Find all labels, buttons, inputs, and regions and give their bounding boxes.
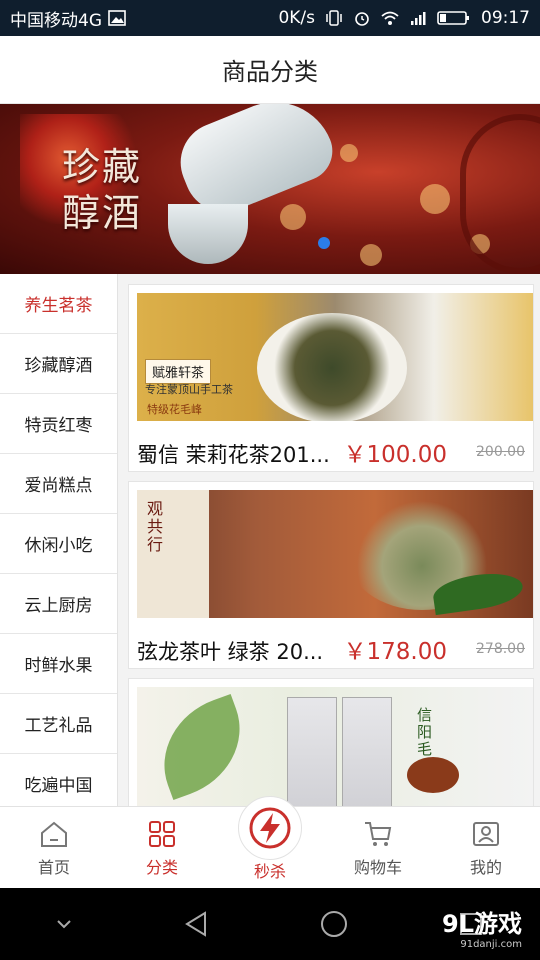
nav-category[interactable]: 分类 bbox=[108, 807, 216, 888]
bokeh-light bbox=[420, 184, 450, 214]
sidebar-item-label: 时鲜水果 bbox=[24, 656, 93, 676]
bokeh-light bbox=[360, 244, 382, 266]
vibrate-icon bbox=[326, 10, 342, 26]
nav-home-label: 首页 bbox=[37, 857, 70, 877]
flash-icon bbox=[249, 807, 291, 849]
home-button-icon[interactable] bbox=[317, 907, 351, 941]
cart-icon bbox=[365, 821, 392, 846]
sidebar-item-kitchen[interactable]: 云上厨房 bbox=[0, 574, 117, 634]
sidebar-item-label: 养生茗茶 bbox=[24, 296, 93, 316]
profile-icon bbox=[473, 821, 499, 846]
battery-icon bbox=[437, 11, 469, 25]
sidebar-item-label: 特贡红枣 bbox=[24, 416, 93, 436]
sidebar-item-label: 珍藏醇酒 bbox=[24, 356, 93, 376]
product-image: 信阳毛尖 bbox=[137, 687, 533, 806]
nav-profile[interactable]: 我的 bbox=[432, 807, 540, 888]
flash-sale-button[interactable] bbox=[238, 796, 302, 860]
sidebar-item-pastry[interactable]: 爱尚糕点 bbox=[0, 454, 117, 514]
tea-scoop-image bbox=[257, 313, 407, 421]
promo-banner[interactable]: 珍藏 醇酒 bbox=[0, 104, 540, 274]
carrier-label: 中国移动4G bbox=[10, 10, 102, 31]
sidebar-item-dates[interactable]: 特贡红枣 bbox=[0, 394, 117, 454]
nav-profile-label: 我的 bbox=[469, 857, 502, 877]
title-bar: 商品分类 bbox=[0, 36, 540, 104]
category-sidebar: 养生茗茶 珍藏醇酒 特贡红枣 爱尚糕点 休闲小吃 云上厨房 时鲜水果 工艺礼品 … bbox=[0, 274, 118, 814]
sidebar-item-label: 工艺礼品 bbox=[24, 716, 93, 736]
banner-title-line: 醇酒 bbox=[62, 191, 143, 235]
grid-icon bbox=[149, 820, 175, 847]
sidebar-item-tea[interactable]: 养生茗茶 bbox=[0, 274, 117, 334]
clock: 09:17 bbox=[481, 8, 530, 28]
sidebar-item-label: 云上厨房 bbox=[24, 596, 93, 616]
carousel-dot[interactable] bbox=[318, 237, 330, 249]
nav-flash-sale-label: 秒杀 bbox=[253, 862, 286, 881]
tea-box-image bbox=[287, 697, 337, 806]
sidebar-item-label: 吃遍中国 bbox=[24, 776, 93, 796]
sidebar-item-fruit[interactable]: 时鲜水果 bbox=[0, 634, 117, 694]
sidebar-item-china[interactable]: 吃遍中国 bbox=[0, 754, 117, 814]
teapot-image bbox=[407, 757, 459, 793]
product-price: ￥178.00 bbox=[343, 639, 447, 665]
sidebar-item-gifts[interactable]: 工艺礼品 bbox=[0, 694, 117, 754]
product-name: 弦龙茶叶 绿茶 20... bbox=[137, 640, 324, 664]
product-card[interactable]: 赋雅轩茶 专注蒙顶山手工茶 特级花毛峰 蜀信 茉莉花茶201... ￥100.0… bbox=[128, 284, 534, 472]
nav-category-label: 分类 bbox=[145, 857, 178, 877]
home-icon bbox=[41, 821, 67, 847]
tea-box-image bbox=[342, 697, 392, 806]
bokeh-light bbox=[280, 204, 306, 230]
banner-title: 珍藏 醇酒 bbox=[62, 144, 142, 236]
sidebar-item-wine[interactable]: 珍藏醇酒 bbox=[0, 334, 117, 394]
bokeh-light bbox=[340, 144, 358, 162]
product-old-price: 278.00 bbox=[476, 641, 525, 657]
sidebar-item-snacks[interactable]: 休闲小吃 bbox=[0, 514, 117, 574]
nav-cart[interactable]: 购物车 bbox=[324, 807, 432, 888]
image-icon bbox=[108, 10, 126, 26]
product-image: 赋雅轩茶 专注蒙顶山手工茶 特级花毛峰 bbox=[137, 293, 533, 421]
product-card[interactable]: 信阳毛尖 bbox=[128, 678, 534, 806]
window-frame-decoration bbox=[460, 114, 540, 274]
wifi-icon bbox=[381, 11, 399, 25]
product-name: 蜀信 茉莉花茶201... bbox=[137, 443, 330, 467]
chevron-down-icon[interactable] bbox=[52, 912, 76, 936]
signal-icon bbox=[411, 12, 426, 25]
banner-title-line: 珍藏 bbox=[62, 145, 143, 189]
sidebar-item-label: 休闲小吃 bbox=[24, 536, 93, 556]
page-title: 商品分类 bbox=[222, 58, 318, 86]
wine-cup-image bbox=[168, 204, 248, 264]
back-icon[interactable] bbox=[179, 907, 213, 941]
product-image: 观共行 bbox=[137, 490, 533, 618]
nav-cart-label: 购物车 bbox=[353, 857, 402, 877]
nav-home[interactable]: 首页 bbox=[0, 807, 108, 888]
watermark-brand: 9L游戏 bbox=[442, 910, 522, 938]
tea-leaf-image bbox=[146, 694, 258, 800]
status-bar: 中国移动4G 0K/s 09:17 bbox=[0, 0, 540, 36]
watermark: 9L游戏 91danji.com bbox=[442, 904, 522, 950]
alarm-icon bbox=[355, 12, 369, 26]
image-label: 专注蒙顶山手工茶 bbox=[145, 383, 233, 396]
product-card[interactable]: 观共行 弦龙茶叶 绿茶 20... ￥178.00 278.00 bbox=[128, 481, 534, 669]
sidebar-item-label: 爱尚糕点 bbox=[24, 476, 93, 496]
product-list[interactable]: 赋雅轩茶 专注蒙顶山手工茶 特级花毛峰 蜀信 茉莉花茶201... ￥100.0… bbox=[118, 274, 540, 806]
network-speed: 0K/s bbox=[278, 8, 315, 28]
image-label: 特级花毛峰 bbox=[147, 403, 202, 416]
product-price: ￥100.00 bbox=[343, 442, 447, 468]
product-old-price: 200.00 bbox=[476, 444, 525, 460]
watermark-site: 91danji.com bbox=[460, 939, 522, 950]
image-label: 观共行 bbox=[147, 499, 164, 554]
